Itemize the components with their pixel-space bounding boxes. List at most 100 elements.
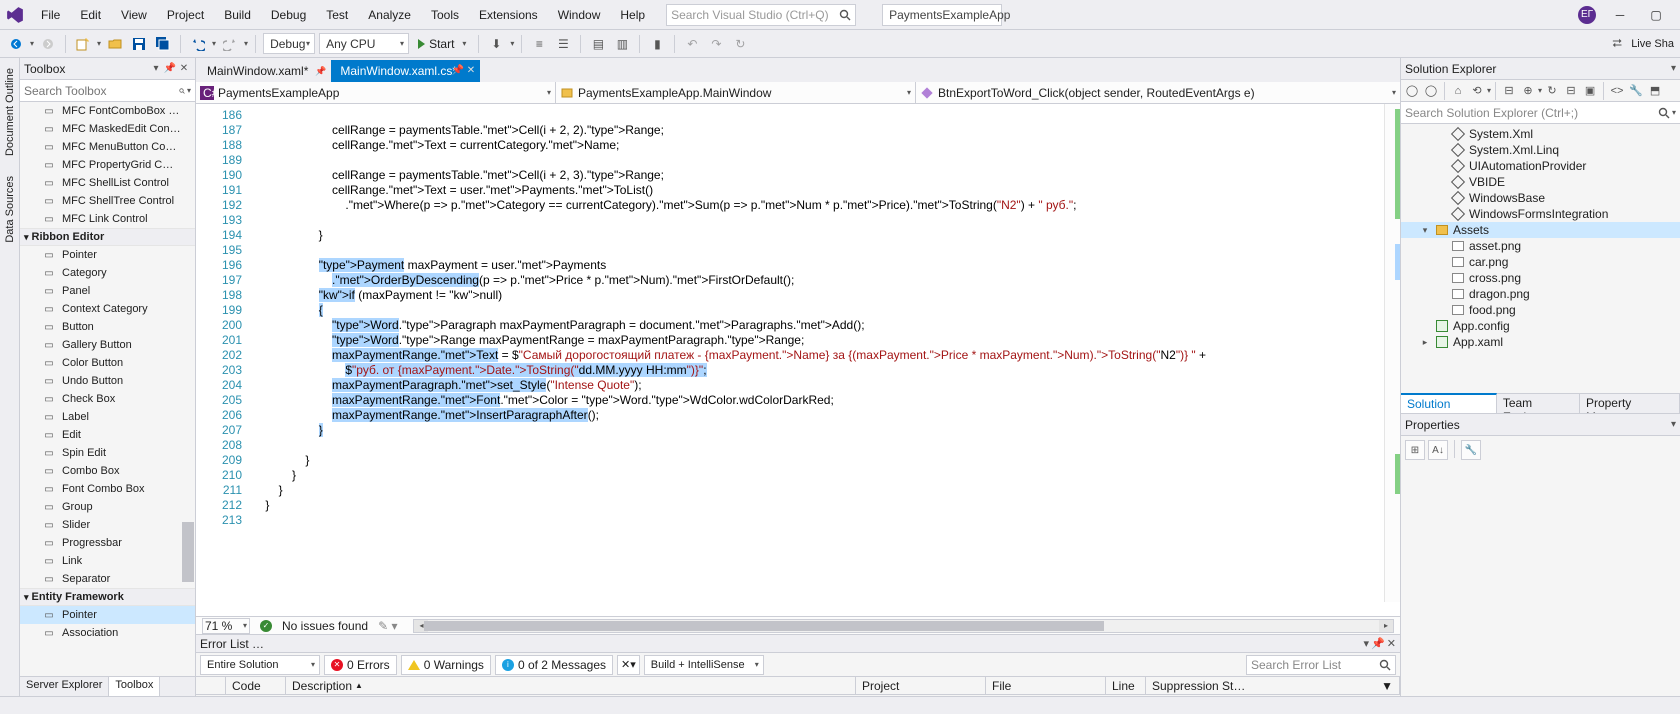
- tree-item[interactable]: asset.png: [1401, 238, 1680, 254]
- uncomment-button[interactable]: ▥: [612, 34, 632, 54]
- tab-toolbox[interactable]: Toolbox: [109, 677, 160, 696]
- start-debug-button[interactable]: Start: [413, 33, 471, 54]
- col-code[interactable]: Code: [226, 677, 286, 694]
- se-refresh-icon[interactable]: ↻: [1543, 82, 1561, 100]
- toolbox-item[interactable]: ▭Category: [20, 264, 195, 282]
- toolbox-item[interactable]: ▭MFC ShellTree Control: [20, 192, 195, 210]
- tool-btn-c[interactable]: ↻: [730, 34, 750, 54]
- dropdown-icon[interactable]: ▾: [1671, 63, 1676, 74]
- messages-filter-button[interactable]: i0 of 2 Messages: [495, 655, 613, 675]
- toolbox-item[interactable]: ▭Edit: [20, 426, 195, 444]
- tree-item[interactable]: WindowsFormsIntegration: [1401, 206, 1680, 222]
- toolbox-item[interactable]: ▭Gallery Button: [20, 336, 195, 354]
- save-button[interactable]: [129, 34, 149, 54]
- build-filter-dropdown[interactable]: Build + IntelliSense: [644, 655, 764, 675]
- maximize-button[interactable]: ▢: [1644, 5, 1668, 25]
- tab-property-manager[interactable]: Property Manager: [1580, 394, 1680, 413]
- tree-item[interactable]: food.png: [1401, 302, 1680, 318]
- menu-help[interactable]: Help: [611, 4, 654, 26]
- col-project[interactable]: Project: [856, 677, 986, 694]
- comment-button[interactable]: ▤: [588, 34, 608, 54]
- undo-button[interactable]: [188, 34, 208, 54]
- pin-icon[interactable]: 📌: [315, 66, 326, 77]
- toolbox-item[interactable]: ▭Label: [20, 408, 195, 426]
- tree-item[interactable]: WindowsBase: [1401, 190, 1680, 206]
- user-avatar[interactable]: ЕГ: [1578, 6, 1596, 24]
- menu-file[interactable]: File: [32, 4, 69, 26]
- tree-item[interactable]: car.png: [1401, 254, 1680, 270]
- solution-explorer-search[interactable]: Search Solution Explorer (Ctrl+;) ▾: [1401, 102, 1680, 124]
- close-icon[interactable]: ✕: [1387, 637, 1396, 650]
- tree-item[interactable]: ▸App.xaml: [1401, 334, 1680, 350]
- se-show-all-icon[interactable]: ▣: [1581, 82, 1599, 100]
- tree-item[interactable]: System.Xml: [1401, 126, 1680, 142]
- menu-project[interactable]: Project: [158, 4, 213, 26]
- toolbox-item[interactable]: ▭Group: [20, 498, 195, 516]
- toolbox-item[interactable]: ▭Separator: [20, 570, 195, 588]
- toolbox-search[interactable]: ▾: [20, 80, 195, 102]
- toolbox-item[interactable]: ▭Pointer: [20, 246, 195, 264]
- prop-sort-button[interactable]: A↓: [1428, 440, 1448, 460]
- tool-btn-b[interactable]: ↷: [706, 34, 726, 54]
- toolbox-group[interactable]: ▾Ribbon Editor: [20, 228, 195, 246]
- tree-item[interactable]: App.config: [1401, 318, 1680, 334]
- dropdown-icon[interactable]: ▾: [1671, 419, 1676, 430]
- clear-filter-button[interactable]: ✕▾: [617, 655, 640, 675]
- toolbox-item[interactable]: ▭MFC ShellList Control: [20, 174, 195, 192]
- doc-tab-xaml[interactable]: MainWindow.xaml*📌: [198, 60, 331, 82]
- tree-item[interactable]: dragon.png: [1401, 286, 1680, 302]
- toolbox-item[interactable]: ▭Panel: [20, 282, 195, 300]
- prop-cat-button[interactable]: ⊞: [1405, 440, 1425, 460]
- nav-combo-class[interactable]: PaymentsExampleApp.MainWindow: [556, 82, 916, 103]
- scope-dropdown[interactable]: Entire Solution: [200, 655, 320, 675]
- toolbox-item[interactable]: ▭Link: [20, 552, 195, 570]
- toolbox-item[interactable]: ▭Slider: [20, 516, 195, 534]
- toolbox-search-input[interactable]: [24, 84, 179, 98]
- se-btn-b-icon[interactable]: ⊕: [1519, 82, 1537, 100]
- menu-window[interactable]: Window: [549, 4, 610, 26]
- toolbox-item[interactable]: ▭Spin Edit: [20, 444, 195, 462]
- toolbox-item[interactable]: ▭Progressbar: [20, 534, 195, 552]
- doc-tab-cs[interactable]: MainWindow.xaml.cs* 📌 ✕: [331, 60, 480, 82]
- nav-fwd-button[interactable]: [38, 34, 58, 54]
- tool-btn-1[interactable]: ⬇: [486, 34, 506, 54]
- toolbox-close-icon[interactable]: ✕: [177, 63, 191, 74]
- se-fwd-icon[interactable]: ◯: [1422, 82, 1440, 100]
- pin-icon[interactable]: 📌: [1371, 637, 1385, 650]
- toolbox-item[interactable]: ▭Check Box: [20, 390, 195, 408]
- toolbox-item[interactable]: ▭Association: [20, 624, 195, 642]
- se-props-icon[interactable]: 🔧: [1627, 82, 1645, 100]
- menu-debug[interactable]: Debug: [262, 4, 315, 26]
- tab-team-explorer[interactable]: Team Explorer: [1497, 394, 1580, 413]
- se-btn-a-icon[interactable]: ⊟: [1500, 82, 1518, 100]
- pin-icon[interactable]: 📌: [452, 65, 464, 76]
- save-all-button[interactable]: [153, 34, 173, 54]
- se-sync-icon[interactable]: ⟲: [1468, 82, 1486, 100]
- close-icon[interactable]: ✕: [467, 65, 475, 76]
- toolbox-item[interactable]: ▭Undo Button: [20, 372, 195, 390]
- se-back-icon[interactable]: ◯: [1403, 82, 1421, 100]
- tree-item[interactable]: cross.png: [1401, 270, 1680, 286]
- vertical-scrollbar[interactable]: [1384, 104, 1400, 602]
- toolbox-dropdown-icon[interactable]: ▾: [149, 63, 163, 74]
- nav-combo-method[interactable]: BtnExportToWord_Click(object sender, Rou…: [916, 82, 1400, 103]
- bookmark-button[interactable]: ▮: [647, 34, 667, 54]
- toolbox-item[interactable]: ▭MFC FontComboBox …: [20, 102, 195, 120]
- toolbox-item[interactable]: ▭Combo Box: [20, 462, 195, 480]
- menu-test[interactable]: Test: [317, 4, 357, 26]
- toolbox-pin-icon[interactable]: 📌: [163, 63, 177, 74]
- minimize-button[interactable]: ─: [1608, 5, 1632, 25]
- open-button[interactable]: [105, 34, 125, 54]
- menu-analyze[interactable]: Analyze: [359, 4, 420, 26]
- tab-server-explorer[interactable]: Server Explorer: [20, 677, 109, 696]
- zoom-dropdown[interactable]: 71 %: [202, 618, 250, 634]
- toolbox-item[interactable]: ▭MFC MenuButton Co…: [20, 138, 195, 156]
- live-share-label[interactable]: Live Sha: [1631, 38, 1674, 50]
- tree-item[interactable]: VBIDE: [1401, 174, 1680, 190]
- warnings-filter-button[interactable]: 0 Warnings: [401, 655, 491, 675]
- toolbox-group[interactable]: ▾Entity Framework: [20, 588, 195, 606]
- config-dropdown[interactable]: Debug: [263, 33, 315, 54]
- col-line[interactable]: Line: [1106, 677, 1146, 694]
- errors-filter-button[interactable]: ✕0 Errors: [324, 655, 397, 675]
- col-suppression[interactable]: Suppression St…▼: [1146, 677, 1400, 694]
